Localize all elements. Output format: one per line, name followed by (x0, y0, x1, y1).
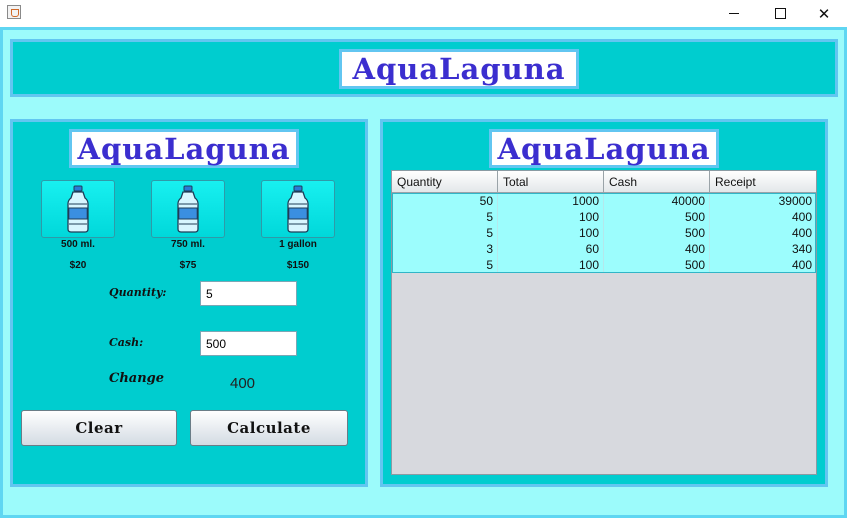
product-size-label: 500 ml. (61, 239, 95, 250)
table-cell[interactable]: 5 (392, 225, 498, 241)
transactions-table[interactable]: Quantity Total Cash Receipt 50 1000 4000… (391, 170, 817, 475)
receipt-panel-logo: AquaLaguna (489, 129, 719, 168)
table-cell[interactable]: 340 (710, 241, 816, 257)
column-header-cash[interactable]: Cash (604, 171, 710, 193)
table-cell[interactable]: 3 (392, 241, 498, 257)
water-bottle-icon (175, 184, 201, 234)
table-cell[interactable]: 100 (498, 257, 604, 273)
header-logo: AquaLaguna (339, 49, 579, 89)
column-header-total[interactable]: Total (498, 171, 604, 193)
table-cell[interactable]: 1000 (498, 193, 604, 209)
table-cell[interactable]: 100 (498, 225, 604, 241)
table-cell[interactable]: 40000 (604, 193, 710, 209)
table-cell[interactable]: 400 (710, 225, 816, 241)
product-price-label: $75 (179, 260, 197, 271)
table-row[interactable]: 5 100 500 400 (392, 225, 816, 241)
change-value: 400 (230, 375, 256, 392)
table-cell[interactable]: 39000 (710, 193, 816, 209)
quantity-label: Quantity: (109, 286, 167, 299)
table-cell[interactable]: 500 (604, 257, 710, 273)
product-price-label: $150 (286, 260, 310, 271)
table-row[interactable]: 5 100 500 400 (392, 257, 816, 273)
product-button-1gallon[interactable] (261, 180, 335, 238)
product-button-750ml[interactable] (151, 180, 225, 238)
maximize-button[interactable] (757, 0, 803, 27)
change-label: Change (109, 371, 165, 386)
product-size-label: 750 ml. (171, 239, 205, 250)
column-header-receipt[interactable]: Receipt (710, 171, 816, 193)
cash-label: Cash: (109, 336, 144, 349)
table-cell[interactable]: 5 (392, 257, 498, 273)
table-header: Quantity Total Cash Receipt (392, 171, 816, 193)
order-panel-logo: AquaLaguna (69, 129, 299, 168)
table-cell[interactable]: 500 (604, 209, 710, 225)
java-cup-icon (7, 5, 21, 19)
table-cell[interactable]: 500 (604, 225, 710, 241)
minimize-button[interactable] (711, 0, 757, 27)
minimize-icon (729, 13, 739, 14)
water-bottle-icon (65, 184, 91, 234)
product-button-500ml[interactable] (41, 180, 115, 238)
water-bottle-icon (285, 184, 311, 234)
table-row[interactable]: 3 60 400 340 (392, 241, 816, 257)
table-cell[interactable]: 400 (710, 257, 816, 273)
table-cell[interactable]: 60 (498, 241, 604, 257)
table-cell[interactable]: 400 (604, 241, 710, 257)
close-icon: ✕ (817, 4, 831, 23)
table-body: 50 1000 40000 39000 5 100 500 400 5 100 … (392, 193, 816, 273)
product-price-label: $20 (69, 260, 87, 271)
table-row[interactable]: 5 100 500 400 (392, 209, 816, 225)
quantity-input[interactable] (200, 281, 297, 306)
maximize-icon (774, 8, 786, 19)
product-size-label: 1 gallon (279, 239, 317, 250)
table-row[interactable]: 50 1000 40000 39000 (392, 193, 816, 209)
table-cell[interactable]: 50 (392, 193, 498, 209)
close-button[interactable]: ✕ (801, 0, 847, 27)
table-cell[interactable]: 400 (710, 209, 816, 225)
window-titlebar: ✕ (0, 0, 847, 27)
table-cell[interactable]: 100 (498, 209, 604, 225)
clear-button[interactable]: Clear (21, 410, 177, 446)
column-header-quantity[interactable]: Quantity (392, 171, 498, 193)
cash-input[interactable] (200, 331, 297, 356)
table-cell[interactable]: 5 (392, 209, 498, 225)
calculate-button[interactable]: Calculate (190, 410, 348, 446)
